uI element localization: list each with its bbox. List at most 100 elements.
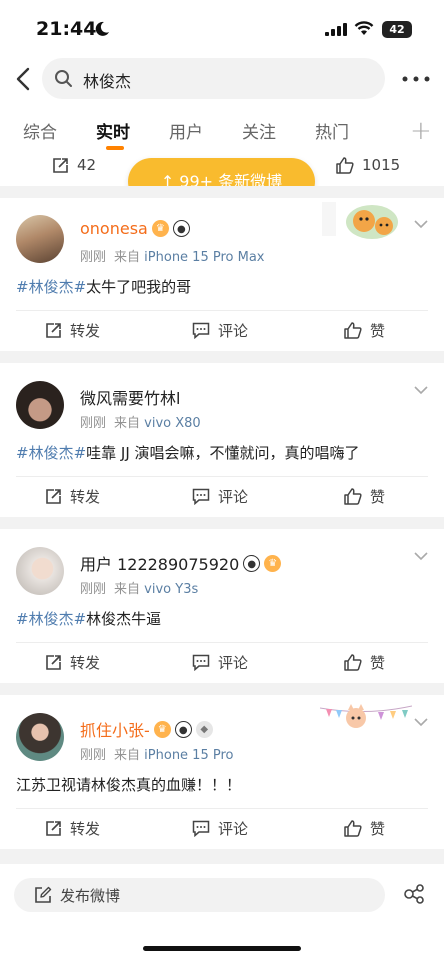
post-meta: 刚刚 来自 vivo X80 (80, 412, 201, 431)
repost-label: 转发 (70, 322, 101, 340)
post-time: 刚刚 (80, 416, 107, 431)
tab-comprehensive[interactable]: 综合 (23, 118, 57, 143)
member-badge-icon: ♛ (153, 720, 171, 738)
like-icon (344, 488, 362, 505)
repost-icon (53, 157, 68, 173)
divider (16, 808, 428, 809)
post-hashtag[interactable]: #林俊杰# (16, 444, 86, 462)
post-body: 林俊杰牛逼 (86, 610, 162, 628)
tab-popular[interactable]: 热门 (315, 118, 349, 143)
home-indicator (143, 946, 301, 951)
feed-gap (0, 351, 444, 363)
like-button[interactable]: 赞 (344, 320, 385, 341)
comment-label: 评论 (218, 654, 249, 672)
post-time: 刚刚 (80, 582, 107, 597)
repost-button[interactable]: 转发 (45, 652, 100, 673)
like-button[interactable]: 赞 (344, 818, 385, 839)
post-username[interactable]: 抓住小张- (80, 717, 150, 741)
more-icon[interactable] (402, 76, 430, 82)
comment-icon (192, 820, 210, 837)
tab-following[interactable]: 关注 (242, 118, 276, 143)
like-label: 赞 (370, 820, 386, 838)
add-tab-icon[interactable]: + (410, 116, 432, 146)
search-tabs: 综合 实时 用户 关注 热门 + (0, 108, 444, 150)
tab-realtime[interactable]: 实时 (96, 118, 130, 143)
post-card[interactable]: 微风需要竹林l 刚刚 来自 vivo X80 #林俊杰#哇靠 JJ 演唱会嘛，不懂… (0, 364, 444, 517)
post-device[interactable]: vivo Y3s (144, 582, 198, 597)
repost-button[interactable]: 42 (52, 156, 96, 174)
repost-button[interactable]: 转发 (45, 486, 100, 507)
comment-button[interactable]: 评论 (192, 652, 248, 673)
feed-gap (0, 849, 444, 864)
edit-icon (35, 886, 52, 903)
avatar[interactable] (16, 381, 64, 429)
moon-icon (95, 21, 109, 36)
avatar[interactable] (16, 547, 64, 595)
status-bar: 21:44 42 (0, 0, 444, 58)
fox-bunting-sticker-icon (320, 704, 412, 728)
member-badge-icon: ♛ (264, 554, 282, 572)
share-network-icon[interactable] (403, 884, 425, 904)
post-source-prefix: 来自 (114, 416, 141, 431)
divider (16, 310, 428, 311)
post-username[interactable]: ononesa (80, 219, 148, 238)
post-time: 刚刚 (80, 250, 107, 265)
repost-icon (46, 821, 61, 836)
post-card[interactable]: 抓住小张- ♛ ● ◆ 刚刚 来自 iPhone 15 Pro 江苏卫视请林俊杰真… (0, 696, 444, 849)
like-icon (344, 820, 362, 837)
post-actions: 转发 评论 赞 (0, 644, 444, 683)
comment-icon (192, 322, 210, 339)
chevron-down-icon[interactable] (414, 220, 428, 229)
chevron-down-icon[interactable] (414, 386, 428, 395)
post-text: #林俊杰#林俊杰牛逼 (16, 608, 161, 629)
feed-gap (0, 186, 444, 198)
like-icon (336, 156, 354, 174)
post-device[interactable]: iPhone 15 Pro Max (144, 250, 264, 265)
post-text: #林俊杰#太牛了吧我的哥 (16, 276, 191, 297)
post-hashtag[interactable]: #林俊杰# (16, 278, 86, 296)
compose-button[interactable]: 发布微博 (14, 878, 385, 912)
level-badge-icon: ◆ (195, 720, 213, 738)
post-device[interactable]: vivo X80 (144, 416, 201, 431)
post-text: #林俊杰#哇靠 JJ 演唱会嘛，不懂就问，真的唱嗨了 (16, 442, 360, 463)
like-button[interactable]: 赞 (344, 486, 385, 507)
repost-label: 转发 (70, 820, 101, 838)
comment-label: 评论 (218, 820, 249, 838)
search-icon (55, 70, 72, 87)
repost-button[interactable]: 转发 (45, 818, 100, 839)
tiger-sticker-icon (322, 202, 398, 239)
like-icon (344, 322, 362, 339)
comment-button[interactable]: 评论 (192, 486, 248, 507)
back-arrow-icon[interactable] (12, 66, 36, 92)
chevron-down-icon[interactable] (414, 718, 428, 727)
comment-button[interactable]: 评论 (192, 320, 248, 341)
feed-gap (0, 683, 444, 695)
panda-badge-icon: ● (172, 220, 190, 237)
avatar[interactable] (16, 215, 64, 263)
search-input[interactable]: 林俊杰 (42, 58, 385, 99)
post-card[interactable]: ononesa ♛ ● 刚刚 来自 iPhone 15 Pro Max #林俊杰#… (0, 198, 444, 351)
repost-button[interactable]: 转发 (45, 320, 100, 341)
panda-badge-icon: ● (243, 554, 261, 572)
post-username[interactable]: 微风需要竹林l (80, 385, 180, 409)
post-card[interactable]: 用户 122289075920 ● ♛ 刚刚 来自 vivo Y3s #林俊杰#林… (0, 530, 444, 683)
like-button[interactable]: 赞 (344, 652, 385, 673)
post-device[interactable]: iPhone 15 Pro (144, 748, 233, 763)
comment-label: 评论 (218, 322, 249, 340)
post-actions: 转发 评论 赞 (0, 810, 444, 849)
tab-users[interactable]: 用户 (169, 118, 203, 143)
battery-indicator: 42 (382, 21, 412, 38)
post-meta: 刚刚 来自 iPhone 15 Pro (80, 744, 233, 763)
chevron-down-icon[interactable] (414, 552, 428, 561)
post-hashtag[interactable]: #林俊杰# (16, 610, 86, 628)
post-username[interactable]: 用户 122289075920 (80, 551, 239, 575)
divider (16, 476, 428, 477)
post-body: 太牛了吧我的哥 (86, 278, 192, 296)
avatar[interactable] (16, 713, 64, 761)
repost-count: 42 (77, 156, 97, 174)
post-time: 刚刚 (80, 748, 107, 763)
comment-button[interactable]: 评论 (192, 818, 248, 839)
repost-icon (46, 655, 61, 670)
like-button[interactable]: 1015 (336, 156, 400, 174)
like-label: 赞 (370, 654, 386, 672)
